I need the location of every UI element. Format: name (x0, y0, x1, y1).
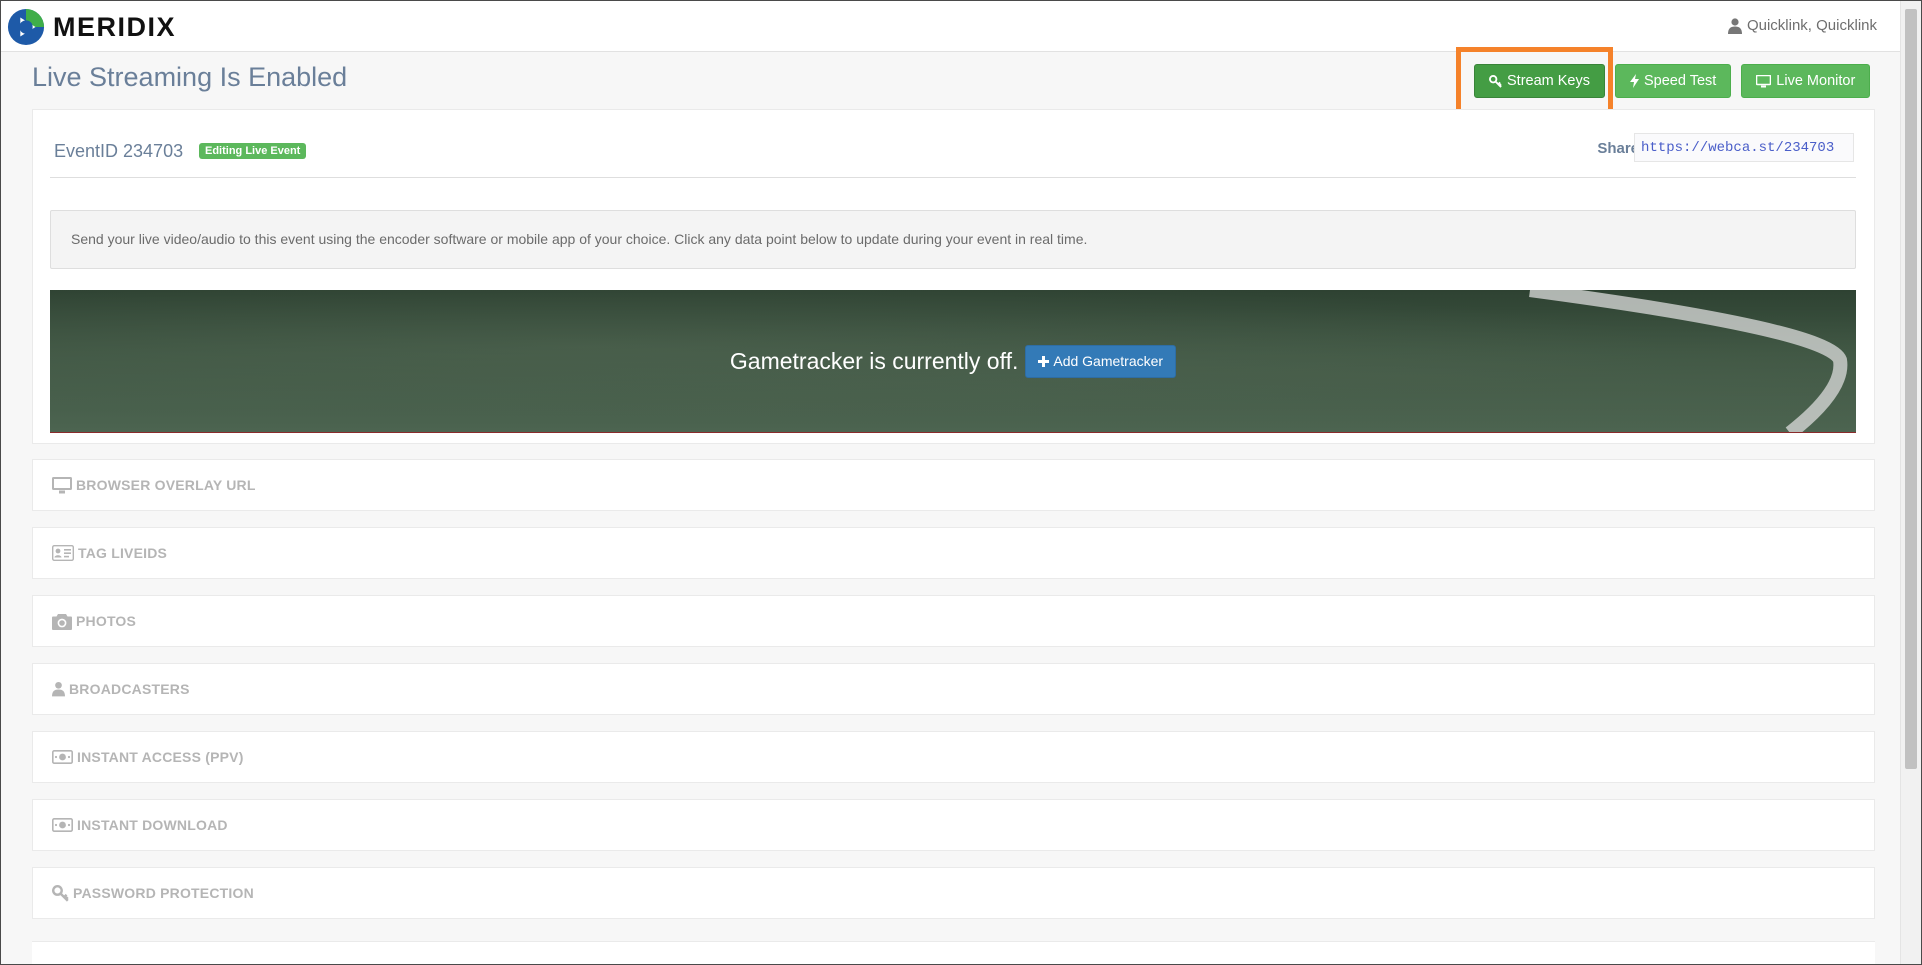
event-panel: EventID 234703 Editing Live Event Share:… (32, 109, 1875, 444)
section-tag-liveids[interactable]: TAG LIVEIDS (32, 527, 1875, 579)
key-icon (52, 884, 69, 902)
id-card-icon (52, 545, 74, 561)
top-navbar: MERIDIX Quicklink, Quicklink (1, 1, 1901, 52)
section-photos[interactable]: PHOTOS (32, 595, 1875, 647)
user-icon (52, 681, 65, 697)
panel-divider (50, 177, 1856, 178)
info-message: Send your live video/audio to this event… (50, 210, 1856, 269)
section-label: PHOTOS (76, 613, 137, 629)
user-icon (1727, 17, 1742, 34)
status-badge: Editing Live Event (199, 143, 307, 159)
live-monitor-button[interactable]: Live Monitor (1741, 64, 1871, 98)
monitor-icon (1756, 74, 1772, 87)
bolt-icon (1630, 74, 1639, 88)
brand-name: MERIDIX (53, 11, 177, 42)
camera-icon (52, 613, 72, 630)
section-label: BROWSER OVERLAY URL (76, 477, 256, 493)
monitor-icon (52, 476, 72, 493)
section-browser-overlay-url[interactable]: BROWSER OVERLAY URL (32, 459, 1875, 511)
page-title: Live Streaming Is Enabled (32, 62, 348, 92)
section-label: BROADCASTERS (69, 681, 190, 697)
brand-logo[interactable]: MERIDIX (7, 7, 176, 47)
live-monitor-label: Live Monitor (1776, 73, 1856, 89)
gametracker-content: Gametracker is currently off. Add Gametr… (50, 290, 1856, 432)
speed-test-button[interactable]: Speed Test (1615, 64, 1732, 98)
section-password-protection[interactable]: PASSWORD PROTECTION (32, 867, 1875, 919)
stream-keys-highlight (1456, 47, 1613, 117)
section-broadcasters[interactable]: BROADCASTERS (32, 663, 1875, 715)
gametracker-status: Gametracker is currently off. (729, 347, 1019, 374)
section-label: TAG LIVEIDS (78, 545, 168, 561)
event-id: EventID 234703 (54, 141, 184, 161)
gametracker-banner: Gametracker is currently off. Add Gametr… (50, 290, 1856, 433)
plus-icon (1038, 355, 1050, 367)
share-url-field[interactable]: https://webca.st/234703 (1634, 133, 1854, 162)
scrollbar-thumb[interactable] (1905, 9, 1917, 769)
user-menu[interactable]: Quicklink, Quicklink (1727, 17, 1877, 34)
add-gametracker-button[interactable]: Add Gametracker (1025, 344, 1177, 378)
section-instant-download[interactable]: INSTANT DOWNLOAD (32, 799, 1875, 851)
add-gametracker-label: Add Gametracker (1053, 353, 1164, 369)
section-label: INSTANT DOWNLOAD (77, 817, 228, 833)
meridix-logo-icon (7, 8, 45, 46)
section-instant-access-ppv[interactable]: INSTANT ACCESS (PPV) (32, 731, 1875, 783)
page-scrollbar[interactable] (1900, 1, 1921, 964)
section-label: INSTANT ACCESS (PPV) (77, 749, 244, 765)
user-name: Quicklink, Quicklink (1746, 17, 1877, 34)
money-icon (52, 750, 73, 764)
section-label: PASSWORD PROTECTION (73, 885, 254, 901)
app-frame: MERIDIX Quicklink, Quicklink Live Stream… (0, 0, 1922, 965)
speed-test-label: Speed Test (1644, 73, 1717, 89)
money-icon (52, 818, 73, 832)
next-section-edge (32, 941, 1875, 964)
